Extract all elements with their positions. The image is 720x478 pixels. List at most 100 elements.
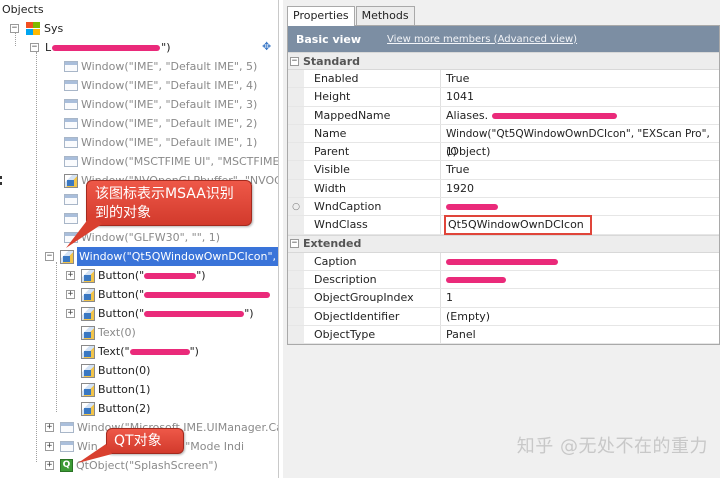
tree-node-window[interactable]: Window("IME", "Default IME", 4) (64, 76, 257, 95)
expand-toggle[interactable]: + (66, 309, 75, 318)
row-gutter (288, 270, 304, 289)
property-row-wndclass[interactable]: WndClass Qt5QWindowOwnDCIcon (288, 215, 719, 236)
callout-msaa: 该图标表示MSAA识别到的对象 (86, 180, 252, 226)
tree-node-label: Button(2) (98, 402, 151, 415)
tree-node-button[interactable]: Button(1) (81, 380, 150, 399)
property-row-parent[interactable]: Parent (Object) (288, 143, 719, 162)
collapse-toggle[interactable]: − (10, 24, 19, 33)
tree-node-label: ") (189, 345, 199, 358)
tree-node-window[interactable]: Window("IME", "Default IME", 3) (64, 95, 257, 114)
property-row-objectidentifier[interactable]: ObjectIdentifier (Empty) (288, 307, 719, 326)
tree-node-button[interactable]: Button(0) (81, 361, 150, 380)
tree-node-label: Button(0) (98, 364, 151, 377)
window-icon (64, 80, 78, 91)
tree-node-label: Button(" (98, 288, 145, 301)
property-row-visible[interactable]: Visible True (288, 161, 719, 180)
watermark: 知乎 @无处不在的重力 (516, 436, 708, 457)
tab-methods[interactable]: Methods (355, 6, 415, 25)
property-value-cell[interactable] (441, 198, 719, 215)
row-gutter (288, 252, 304, 270)
tree-edge-mark (0, 176, 2, 179)
property-name: Caption (304, 252, 441, 270)
tree-node-sys[interactable]: − Sys (10, 19, 63, 38)
redaction-mark (129, 348, 190, 355)
tab-properties[interactable]: Properties (287, 6, 355, 26)
property-value[interactable]: Window("Qt5QWindowOwnDCIcon", "EXScan Pr… (441, 125, 719, 158)
property-row-height[interactable]: Height 1041 (288, 88, 719, 107)
property-value[interactable]: True (441, 161, 719, 178)
property-value-cell[interactable]: Qt5QWindowOwnDCIcon (441, 215, 719, 236)
expand-toggle[interactable]: + (66, 290, 75, 299)
basic-view-label: Basic view (296, 32, 362, 46)
property-value[interactable]: 1 (441, 289, 719, 306)
category-extended[interactable]: − Extended (288, 234, 719, 253)
tree-node-window[interactable]: Window("MSCTFIME UI", "MSCTFIME UI" (64, 152, 278, 171)
property-name: Enabled (304, 70, 441, 88)
tree-node-label: Button(1) (98, 383, 151, 396)
property-value[interactable]: (Empty) (441, 308, 719, 325)
tree-node-button[interactable]: Button(2) (81, 399, 150, 418)
collapse-toggle[interactable]: − (290, 56, 299, 66)
tree-node-qt-object[interactable]: + Q QtObject("SplashScreen") (45, 456, 218, 475)
tree-node-button[interactable]: + Button(" ") (66, 266, 206, 285)
property-row-wndcaption[interactable]: ○ WndCaption (288, 198, 719, 217)
expand-toggle[interactable]: + (45, 423, 54, 432)
tree-node-text[interactable]: Text(" ") (81, 342, 199, 361)
property-name: Height (304, 88, 441, 106)
pin-icon: ○ (288, 198, 304, 216)
tree-node-label: Window("Qt5QWindowOwnDCIcon", "EX (77, 247, 278, 266)
expand-toggle[interactable]: + (66, 271, 75, 280)
tree-guide-line (36, 52, 37, 462)
property-value[interactable]: True (441, 70, 719, 87)
tree-node-window[interactable] (64, 190, 78, 209)
tree-node-window[interactable]: Window("IME", "Default IME", 2) (64, 114, 257, 133)
property-row-objecttype[interactable]: ObjectType Panel (288, 325, 719, 345)
refresh-icon[interactable]: ✥ (262, 41, 273, 52)
property-name: MappedName (304, 106, 441, 124)
expand-toggle[interactable]: + (45, 461, 54, 470)
property-value-cell[interactable]: Aliases. (441, 107, 719, 124)
property-value[interactable]: (Object) (441, 143, 719, 160)
msaa-object-icon (60, 249, 74, 264)
object-tree[interactable]: − Sys − L ") ✥ Window("IME", "Default IM… (0, 0, 278, 478)
tree-node-label: ") (196, 269, 206, 282)
property-row-name[interactable]: Name Window("Qt5QWindowOwnDCIcon", "EXSc… (288, 124, 719, 158)
window-icon (60, 422, 74, 433)
advanced-view-link[interactable]: View more members (Advanced view) (387, 34, 577, 45)
collapse-toggle[interactable]: − (30, 43, 39, 52)
property-value: Aliases. (446, 108, 489, 122)
tree-node-process[interactable]: − L ") (30, 38, 171, 57)
redaction-mark (446, 258, 558, 265)
tree-node-label: Window("IME", "Default IME", 2) (81, 117, 258, 130)
property-value-cell[interactable] (441, 253, 719, 270)
property-row-enabled[interactable]: Enabled True (288, 70, 719, 89)
property-row-width[interactable]: Width 1920 (288, 179, 719, 199)
collapse-toggle[interactable]: − (290, 239, 299, 249)
property-value[interactable]: 1041 (441, 88, 719, 105)
row-gutter (288, 179, 304, 198)
property-row-mappedname[interactable]: MappedName Aliases. (288, 106, 719, 125)
tree-node-button[interactable]: + Button(" (66, 285, 271, 304)
tree-edge-mark (0, 182, 2, 185)
property-value[interactable]: Panel (441, 326, 719, 343)
property-row-caption[interactable]: Caption (288, 252, 719, 271)
property-value[interactable]: 1920 (441, 180, 719, 197)
expand-toggle[interactable]: + (45, 442, 54, 451)
window-icon (64, 137, 78, 148)
callout-pointer (78, 444, 112, 463)
tree-node-window[interactable]: Window("IME", "Default IME", 1) (64, 133, 257, 152)
property-row-description[interactable]: Description (288, 270, 719, 290)
tree-node-window[interactable]: Window("IME", "Default IME", 5) (64, 57, 257, 76)
property-name: WndClass (304, 216, 441, 234)
property-row-objectgroupindex[interactable]: ObjectGroupIndex 1 (288, 289, 719, 308)
tree-node-button[interactable]: + Button(" ") (66, 304, 254, 323)
row-gutter (288, 124, 304, 143)
property-grid[interactable]: − Standard Enabled True Height 1041 Mapp… (288, 52, 719, 345)
row-gutter (288, 88, 304, 106)
tree-node-text[interactable]: Text(0) (81, 323, 136, 342)
property-value-cell[interactable] (441, 271, 719, 288)
category-standard[interactable]: − Standard (288, 52, 719, 70)
collapse-toggle[interactable]: − (45, 252, 54, 261)
row-gutter (288, 325, 304, 344)
redaction-mark (144, 272, 197, 279)
